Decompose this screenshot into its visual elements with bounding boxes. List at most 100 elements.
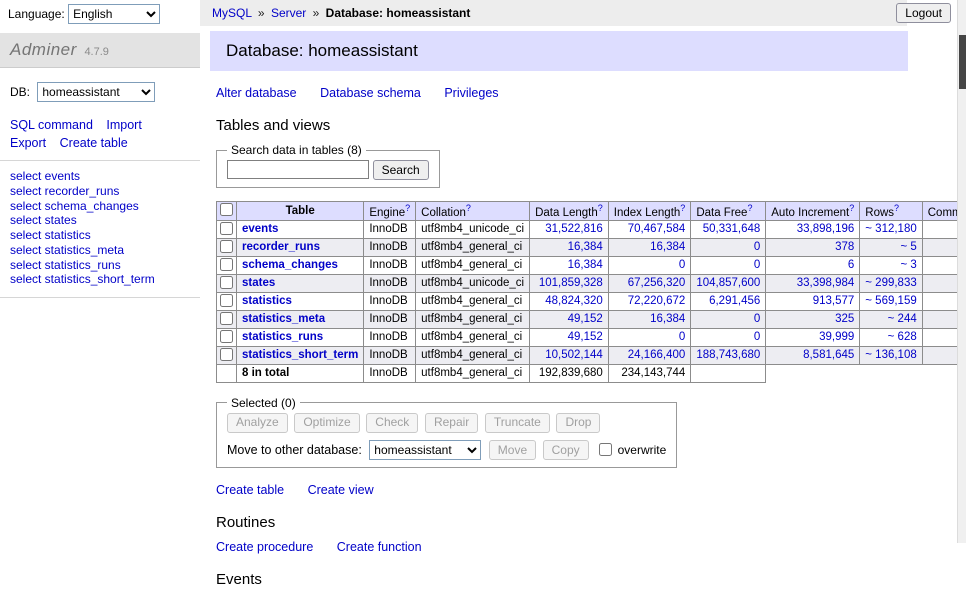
cell-data-free-link[interactable]: 0 <box>754 241 760 253</box>
cell-data-length-link[interactable]: 49,152 <box>568 331 603 343</box>
cell-index-length-link[interactable]: 72,220,672 <box>628 295 686 307</box>
sidebar-select-link[interactable]: select statistics_runs <box>10 258 190 273</box>
cell-index-length-link[interactable]: 70,467,584 <box>628 223 686 235</box>
cell-data-length-link[interactable]: 48,824,320 <box>545 295 603 307</box>
move-database-select[interactable]: homeassistant <box>369 440 481 460</box>
cell-data-free-link[interactable]: 0 <box>754 313 760 325</box>
cell-rows-link[interactable]: ~ 244 <box>888 313 917 325</box>
column-help-link[interactable]: ? <box>849 203 854 213</box>
breadcrumb-link-server[interactable]: Server <box>271 6 306 20</box>
cell-auto-increment-link[interactable]: 325 <box>835 313 854 325</box>
sidebar-select-link[interactable]: select states <box>10 213 190 228</box>
column-help-link[interactable]: ? <box>405 203 410 213</box>
cell-auto-increment-link[interactable]: 378 <box>835 241 854 253</box>
cell-auto-increment-link[interactable]: 913,577 <box>813 295 855 307</box>
cell-rows-link[interactable]: ~ 312,180 <box>865 223 916 235</box>
cell-index-length-link[interactable]: 0 <box>679 331 685 343</box>
logout-button[interactable]: Logout <box>896 3 951 23</box>
cell-rows-link[interactable]: ~ 3 <box>900 259 916 271</box>
cell-data-length-link[interactable]: 31,522,816 <box>545 223 603 235</box>
cell-table-name-link[interactable]: events <box>242 223 278 235</box>
cell-index-length-link[interactable]: 67,256,320 <box>628 277 686 289</box>
db-select[interactable]: homeassistant <box>37 82 155 102</box>
create-view-link[interactable]: Create view <box>308 483 374 497</box>
create-procedure-link[interactable]: Create procedure <box>216 540 313 554</box>
row-checkbox[interactable] <box>220 258 233 271</box>
drop-button[interactable]: Drop <box>556 413 600 433</box>
row-checkbox[interactable] <box>220 312 233 325</box>
search-button[interactable]: Search <box>373 160 429 180</box>
cell-data-free-link[interactable]: 0 <box>754 331 760 343</box>
cell-index-length-link[interactable]: 16,384 <box>650 241 685 253</box>
cell-table-name-link[interactable]: statistics_runs <box>242 331 323 343</box>
row-checkbox[interactable] <box>220 222 233 235</box>
sidebar-select-link[interactable]: select recorder_runs <box>10 184 190 199</box>
cell-auto-increment-link[interactable]: 33,398,984 <box>797 277 855 289</box>
cell-data-length-link[interactable]: 16,384 <box>568 241 603 253</box>
privileges-link[interactable]: Privileges <box>444 86 498 100</box>
sidebar-link-import[interactable]: Import <box>106 118 141 132</box>
check-button[interactable]: Check <box>366 413 418 433</box>
sidebar-select-link[interactable]: select statistics_meta <box>10 243 190 258</box>
adminer-logo-link[interactable]: Adminer <box>10 40 77 59</box>
cell-rows-link[interactable]: ~ 299,833 <box>865 277 916 289</box>
database-schema-link[interactable]: Database schema <box>320 86 421 100</box>
scrollbar-thumb[interactable] <box>959 35 966 89</box>
copy-button[interactable]: Copy <box>543 440 589 460</box>
cell-auto-increment-link[interactable]: 33,898,196 <box>797 223 855 235</box>
cell-data-free-link[interactable]: 0 <box>754 259 760 271</box>
sidebar-select-link[interactable]: select statistics_short_term <box>10 272 190 287</box>
cell-data-length-link[interactable]: 16,384 <box>568 259 603 271</box>
cell-data-length-link[interactable]: 10,502,144 <box>545 349 603 361</box>
sidebar-link-create-table[interactable]: Create table <box>60 136 128 150</box>
cell-table-name-link[interactable]: states <box>242 277 275 289</box>
cell-table-name-link[interactable]: statistics <box>242 295 292 307</box>
column-help-link[interactable]: ? <box>747 203 752 213</box>
alter-database-link[interactable]: Alter database <box>216 86 297 100</box>
cell-auto-increment-link[interactable]: 8,581,645 <box>803 349 854 361</box>
overwrite-checkbox[interactable] <box>599 443 612 456</box>
truncate-button[interactable]: Truncate <box>485 413 550 433</box>
cell-table-name-link[interactable]: schema_changes <box>242 259 338 271</box>
cell-rows-link[interactable]: ~ 569,159 <box>865 295 916 307</box>
breadcrumb-link-mysql[interactable]: MySQL <box>212 6 252 20</box>
create-table-link[interactable]: Create table <box>216 483 284 497</box>
cell-table-name-link[interactable]: statistics_short_term <box>242 349 358 361</box>
sidebar-select-link[interactable]: select events <box>10 169 190 184</box>
column-help-link[interactable]: ? <box>894 203 899 213</box>
sidebar-select-link[interactable]: select statistics <box>10 228 190 243</box>
sidebar-link-export[interactable]: Export <box>10 136 46 150</box>
column-help-link[interactable]: ? <box>680 203 685 213</box>
cell-data-free-link[interactable]: 104,857,600 <box>696 277 760 289</box>
cell-data-free-link[interactable]: 6,291,456 <box>709 295 760 307</box>
language-select[interactable]: English <box>68 4 160 24</box>
cell-data-length-link[interactable]: 101,859,328 <box>539 277 603 289</box>
cell-index-length-link[interactable]: 0 <box>679 259 685 271</box>
cell-auto-increment-link[interactable]: 6 <box>848 259 854 271</box>
column-help-link[interactable]: ? <box>466 203 471 213</box>
cell-auto-increment-link[interactable]: 39,999 <box>819 331 854 343</box>
cell-rows-link[interactable]: ~ 628 <box>888 331 917 343</box>
create-function-link[interactable]: Create function <box>337 540 422 554</box>
analyze-button[interactable]: Analyze <box>227 413 288 433</box>
vertical-scrollbar[interactable] <box>957 0 966 543</box>
column-help-link[interactable]: ? <box>598 203 603 213</box>
row-checkbox[interactable] <box>220 330 233 343</box>
cell-rows-link[interactable]: ~ 136,108 <box>865 349 916 361</box>
row-checkbox[interactable] <box>220 348 233 361</box>
row-checkbox[interactable] <box>220 294 233 307</box>
search-input[interactable] <box>227 160 369 179</box>
row-checkbox[interactable] <box>220 276 233 289</box>
cell-table-name-link[interactable]: statistics_meta <box>242 313 325 325</box>
cell-data-length-link[interactable]: 49,152 <box>568 313 603 325</box>
move-button[interactable]: Move <box>489 440 536 460</box>
row-checkbox[interactable] <box>220 240 233 253</box>
cell-index-length-link[interactable]: 16,384 <box>650 313 685 325</box>
cell-data-free-link[interactable]: 50,331,648 <box>703 223 761 235</box>
cell-rows-link[interactable]: ~ 5 <box>900 241 916 253</box>
select-all-checkbox[interactable] <box>220 203 233 216</box>
sidebar-select-link[interactable]: select schema_changes <box>10 199 190 214</box>
sidebar-link-sql-command[interactable]: SQL command <box>10 118 93 132</box>
repair-button[interactable]: Repair <box>425 413 478 433</box>
cell-data-free-link[interactable]: 188,743,680 <box>696 349 760 361</box>
